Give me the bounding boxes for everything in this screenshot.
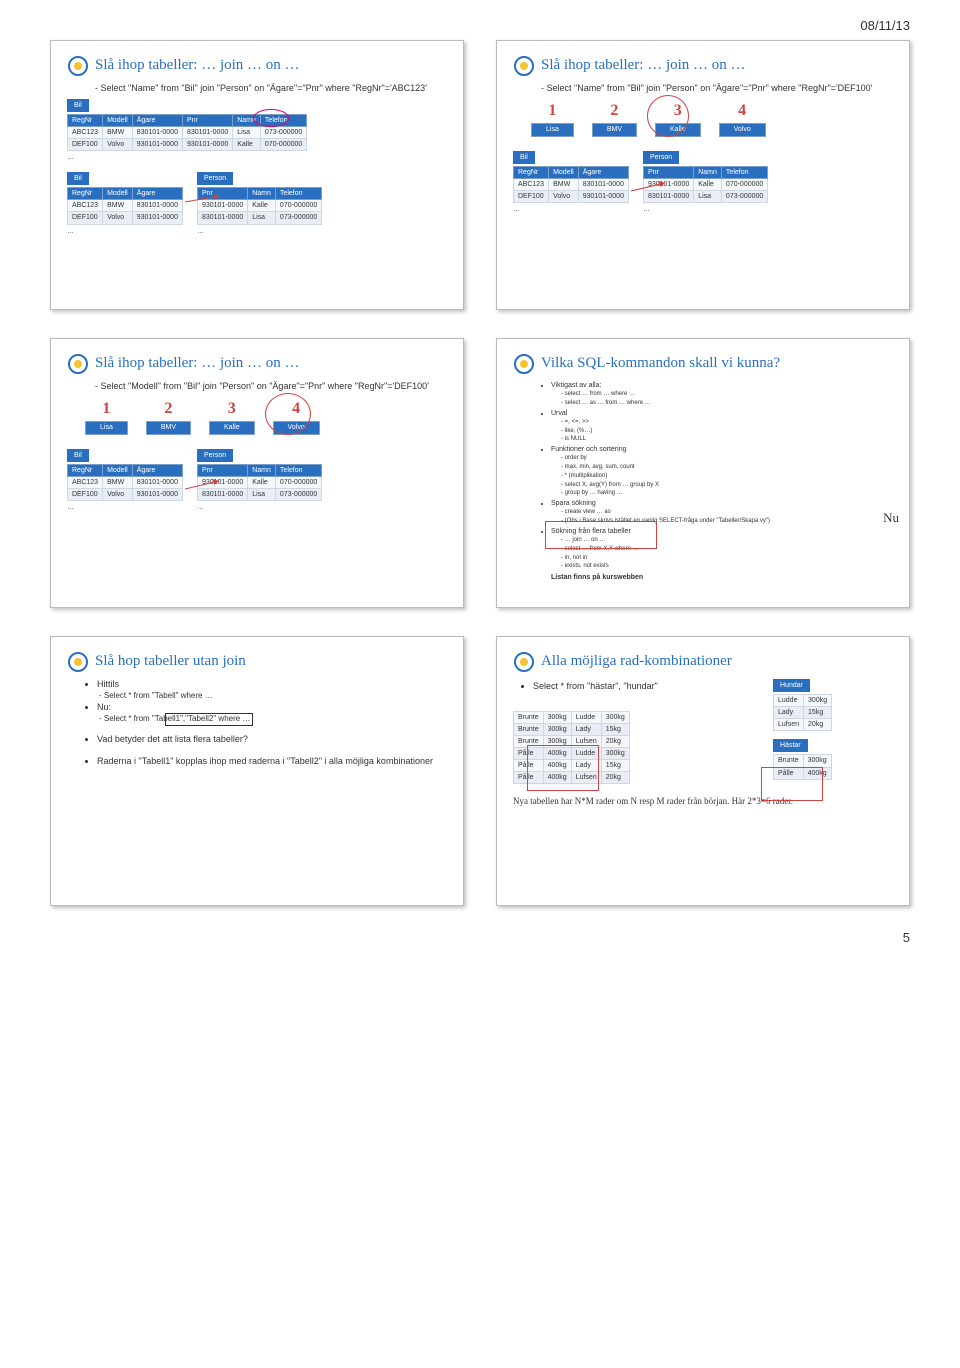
kth-logo-icon [513, 651, 535, 673]
step-2: 2 [164, 399, 172, 420]
val-1: Lisa [85, 421, 128, 434]
slide-5: Slå hop tabeller utan join Hittils - Sel… [50, 636, 464, 906]
step-1: 1 [548, 101, 556, 122]
slide-4: Vilka SQL-kommandon skall vi kunna? Vikt… [496, 338, 910, 608]
topic-subitem: is NULL [561, 436, 893, 444]
bullet-sub: - Select * from "Tabell" where … [99, 691, 447, 701]
topic-subitem: like, (%…) [561, 428, 893, 436]
hundar-table: Ludde300kgLady15kgLufsen20kg [773, 694, 832, 731]
page-number: 5 [0, 926, 960, 969]
table-caption-bil: Bil [67, 99, 89, 112]
step-1: 1 [102, 399, 110, 420]
val-4: Volvo [719, 123, 766, 136]
topic-subitem: in, not in [561, 555, 893, 563]
val-3: Kalle [209, 421, 255, 434]
slide-title: Alla möjliga rad-kombinationer [541, 652, 732, 672]
kth-logo-icon [513, 353, 535, 375]
topic-item: Viktigast av alla:select … from … where … [551, 381, 893, 408]
nu-label: Nu [883, 510, 899, 527]
table-caption-person: Person [197, 172, 233, 185]
slide-subtitle: - Select "Modell" from "Bil" join "Perso… [95, 381, 447, 393]
slide-3: Slå ihop tabeller: … join … on … - Selec… [50, 338, 464, 608]
topic-subitem: * (multiplikation) [561, 473, 893, 481]
listan-note: Listan finns på kurswebben [551, 573, 893, 582]
step-4: 4 [738, 101, 746, 122]
slide-title: Vilka SQL-kommandon skall vi kunna? [541, 354, 780, 374]
kth-logo-icon [513, 55, 535, 77]
topic-item: Funktioner och sorteringorder bymax, min… [551, 445, 893, 498]
bil-table: RegNrModellÄgareABC123BMW830101-0000DEF1… [67, 187, 183, 224]
bullet-nu: Nu: - Select * from "Tabell1","Tabell2" … [97, 702, 447, 724]
kth-logo-icon [67, 353, 89, 375]
slide-6: Alla möjliga rad-kombinationer Select * … [496, 636, 910, 906]
bullet-question: Vad betyder det att lista flera tabeller… [97, 734, 447, 746]
slide-title: Slå ihop tabeller: … join … on … [541, 56, 746, 76]
box-highlight-icon [165, 713, 253, 726]
topic-subitem: select X, avg(Y) from … group by X [561, 482, 893, 490]
highlight-circle-icon [647, 95, 689, 137]
slide-2: Slå ihop tabeller: … join … on … - Selec… [496, 40, 910, 310]
highlight-box-icon [761, 767, 823, 801]
person-table: PnrNamnTelefon930101-0000Kalle070-000000… [643, 166, 768, 203]
page-date: 08/11/13 [860, 18, 910, 33]
table-caption-bil: Bil [67, 449, 89, 462]
table-caption-bil2: Bil [67, 172, 89, 185]
highlight-box-icon [545, 521, 657, 549]
kth-logo-icon [67, 651, 89, 673]
person-table: PnrNamnTelefon930101-0000Kalle070-000000… [197, 187, 322, 224]
step-3: 3 [228, 399, 236, 420]
table-caption-text: Nya tabellen har N*M rader om N resp M r… [513, 796, 893, 808]
bil-table: RegNrModellÄgareABC123BMW830101-0000DEF1… [513, 166, 629, 203]
table-caption-person: Person [643, 151, 679, 164]
topic-subitem: select … from … where … [561, 391, 893, 399]
val-1: Lisa [531, 123, 574, 136]
table-caption-bil: Bil [513, 151, 535, 164]
topic-item: Urval=, <=, >>like, (%…)is NULL [551, 409, 893, 444]
slide-title: Slå ihop tabeller: … join … on … [95, 56, 300, 76]
bullet-sub: - Select * from "Tabell1","Tabell2" wher… [99, 714, 447, 724]
highlight-circle-icon [253, 109, 289, 127]
slide-title: Slå ihop tabeller: … join … on … [95, 354, 300, 374]
slide-1: Slå ihop tabeller: … join … on … - Selec… [50, 40, 464, 310]
kth-logo-icon [67, 55, 89, 77]
bullet-hittils: Hittils - Select * from "Tabell" where … [97, 679, 447, 701]
step-2: 2 [610, 101, 618, 122]
slide-title: Slå hop tabeller utan join [95, 652, 246, 672]
hastar-caption: Hästar [773, 739, 808, 752]
topic-subitem: max, min, avg, sum, count [561, 464, 893, 472]
topic-subitem: exists, not exists [561, 563, 893, 571]
highlight-box-icon [527, 745, 599, 791]
highlight-circle-icon [265, 393, 311, 435]
table-caption-person: Person [197, 449, 233, 462]
hundar-caption: Hundar [773, 679, 810, 692]
topic-subitem: order by [561, 455, 893, 463]
topic-subitem: =, <=, >> [561, 419, 893, 427]
val-2: BMV [592, 123, 637, 136]
topic-subitem: create view … as [561, 509, 893, 517]
slide-subtitle: - Select "Name" from "Bil" join "Person"… [95, 83, 447, 95]
person-table: PnrNamnTelefon930101-0000Kalle070-000000… [197, 464, 322, 501]
slide-subtitle: - Select "Name" from "Bil" join "Person"… [541, 83, 893, 95]
val-2: BMV [146, 421, 191, 434]
topic-subitem: select … as … from … where … [561, 400, 893, 408]
topic-subitem: group by … having … [561, 490, 893, 498]
bil-table: RegNrModellÄgareABC123BMW830101-0000DEF1… [67, 464, 183, 501]
bullet-answer: Raderna i "Tabell1" kopplas ihop med rad… [97, 756, 447, 768]
select-query: Select * from "hästar", "hundar" [533, 681, 759, 693]
